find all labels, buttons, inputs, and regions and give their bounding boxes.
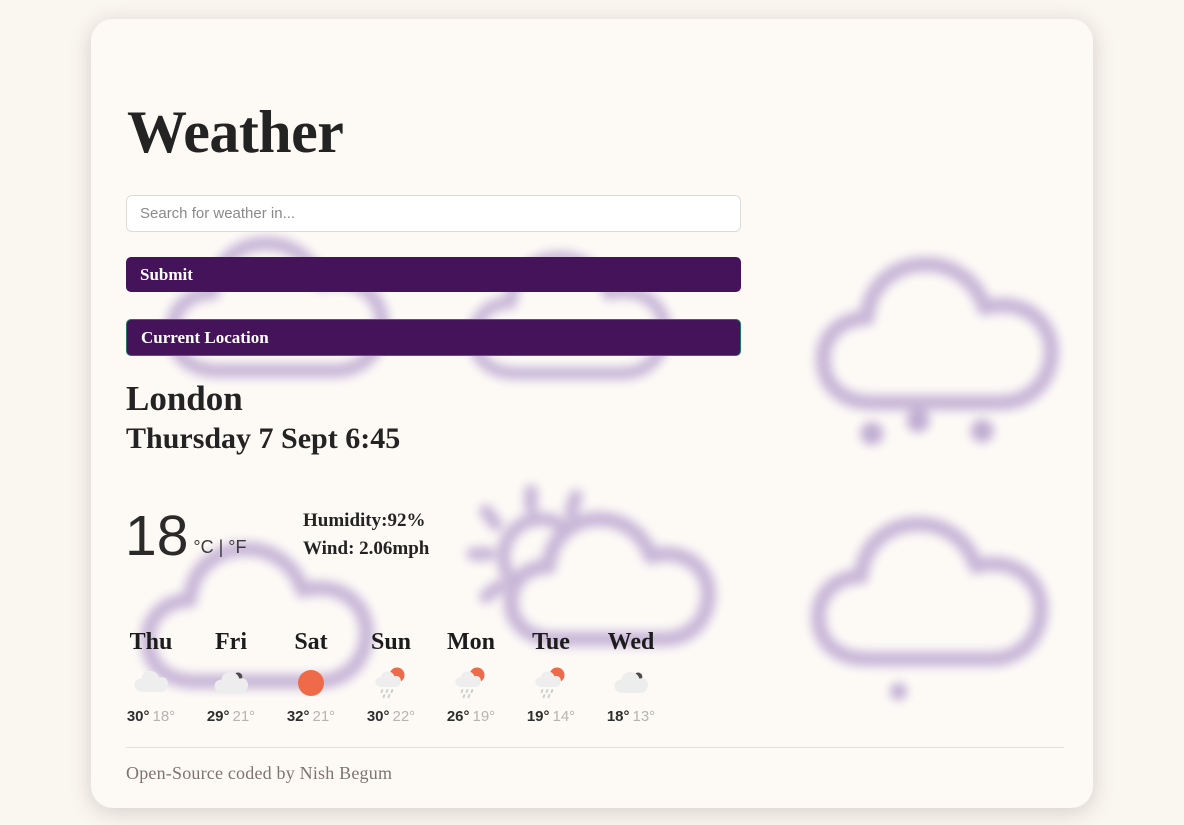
current-metrics: Humidity:92% Wind: 2.06mph: [303, 507, 429, 563]
forecast-day: Thu 30° 18°: [111, 629, 191, 726]
forecast-low: 14°: [552, 708, 576, 726]
forecast-temps: 19° 14°: [511, 709, 591, 726]
forecast-temps: 32° 21°: [271, 709, 351, 726]
forecast-day: Fri 29° 21°: [191, 629, 271, 726]
forecast-low: 18°: [152, 708, 176, 726]
forecast-day: Mon 26° 19°: [431, 629, 511, 726]
forecast-day: Tue 19° 14°: [511, 629, 591, 726]
footer-credit: Open-Source coded by Nish Begum: [126, 763, 393, 783]
card-content: Weather Submit Current Location London T…: [91, 19, 1093, 808]
forecast-high: 19°: [526, 708, 550, 726]
date-time: Thursday 7 Sept 6:45: [126, 422, 401, 455]
broken-clouds-icon: [191, 663, 271, 703]
forecast-high: 30°: [126, 708, 150, 726]
forecast-day-name: Sat: [294, 629, 328, 655]
city-name: London: [126, 379, 243, 418]
forecast-high: 18°: [606, 708, 630, 726]
forecast-day: Sat 32° 21°: [271, 629, 351, 726]
forecast-temps: 29° 21°: [191, 709, 271, 726]
sun-shower-icon: [351, 663, 431, 703]
forecast-day-name: Tue: [532, 629, 570, 655]
wind-text: Wind: 2.06mph: [303, 537, 430, 559]
forecast-day-name: Wed: [607, 629, 655, 655]
page-title: Weather: [127, 99, 344, 165]
forecast-high: 30°: [366, 708, 390, 726]
forecast-high: 29°: [206, 708, 230, 726]
forecast-day: Wed 18° 13°: [591, 629, 671, 726]
forecast-temps: 18° 13°: [591, 709, 671, 726]
forecast-temps: 30° 18°: [111, 709, 191, 726]
forecast-temps: 30° 22°: [351, 709, 431, 726]
forecast-low: 19°: [472, 708, 496, 726]
current-temperature-block: 18 °C | °F: [125, 504, 246, 568]
current-temperature-value: 18: [125, 504, 189, 568]
forecast-day: Sun 30° 22°: [351, 629, 431, 726]
app-root: Weather Submit Current Location London T…: [0, 0, 1184, 825]
forecast-day-name: Thu: [129, 629, 173, 655]
forecast-row: Thu 30° 18° Fri 29° 21° Sat 32° 21° Sun …: [111, 629, 671, 726]
broken-clouds-icon: [591, 663, 671, 703]
forecast-temps: 26° 19°: [431, 709, 511, 726]
submit-button[interactable]: Submit: [126, 257, 741, 292]
current-location-button[interactable]: Current Location: [126, 319, 741, 356]
humidity-text: Humidity:92%: [303, 510, 426, 531]
search-input[interactable]: [126, 195, 741, 232]
forecast-low: 21°: [312, 708, 336, 726]
footer-divider: [126, 747, 1064, 748]
forecast-day-name: Mon: [447, 629, 495, 655]
sun-icon: [271, 663, 351, 703]
forecast-high: 32°: [286, 708, 310, 726]
weather-card: Weather Submit Current Location London T…: [91, 19, 1093, 808]
forecast-day-name: Sun: [370, 629, 412, 655]
forecast-high: 26°: [446, 708, 470, 726]
forecast-low: 13°: [632, 708, 656, 726]
forecast-low: 22°: [392, 708, 416, 726]
sun-shower-icon: [431, 663, 511, 703]
sun-shower-icon: [511, 663, 591, 703]
unit-toggle[interactable]: °C | °F: [193, 537, 246, 558]
forecast-day-name: Fri: [215, 629, 247, 655]
forecast-low: 21°: [232, 708, 256, 726]
cloud-icon: [111, 663, 191, 703]
